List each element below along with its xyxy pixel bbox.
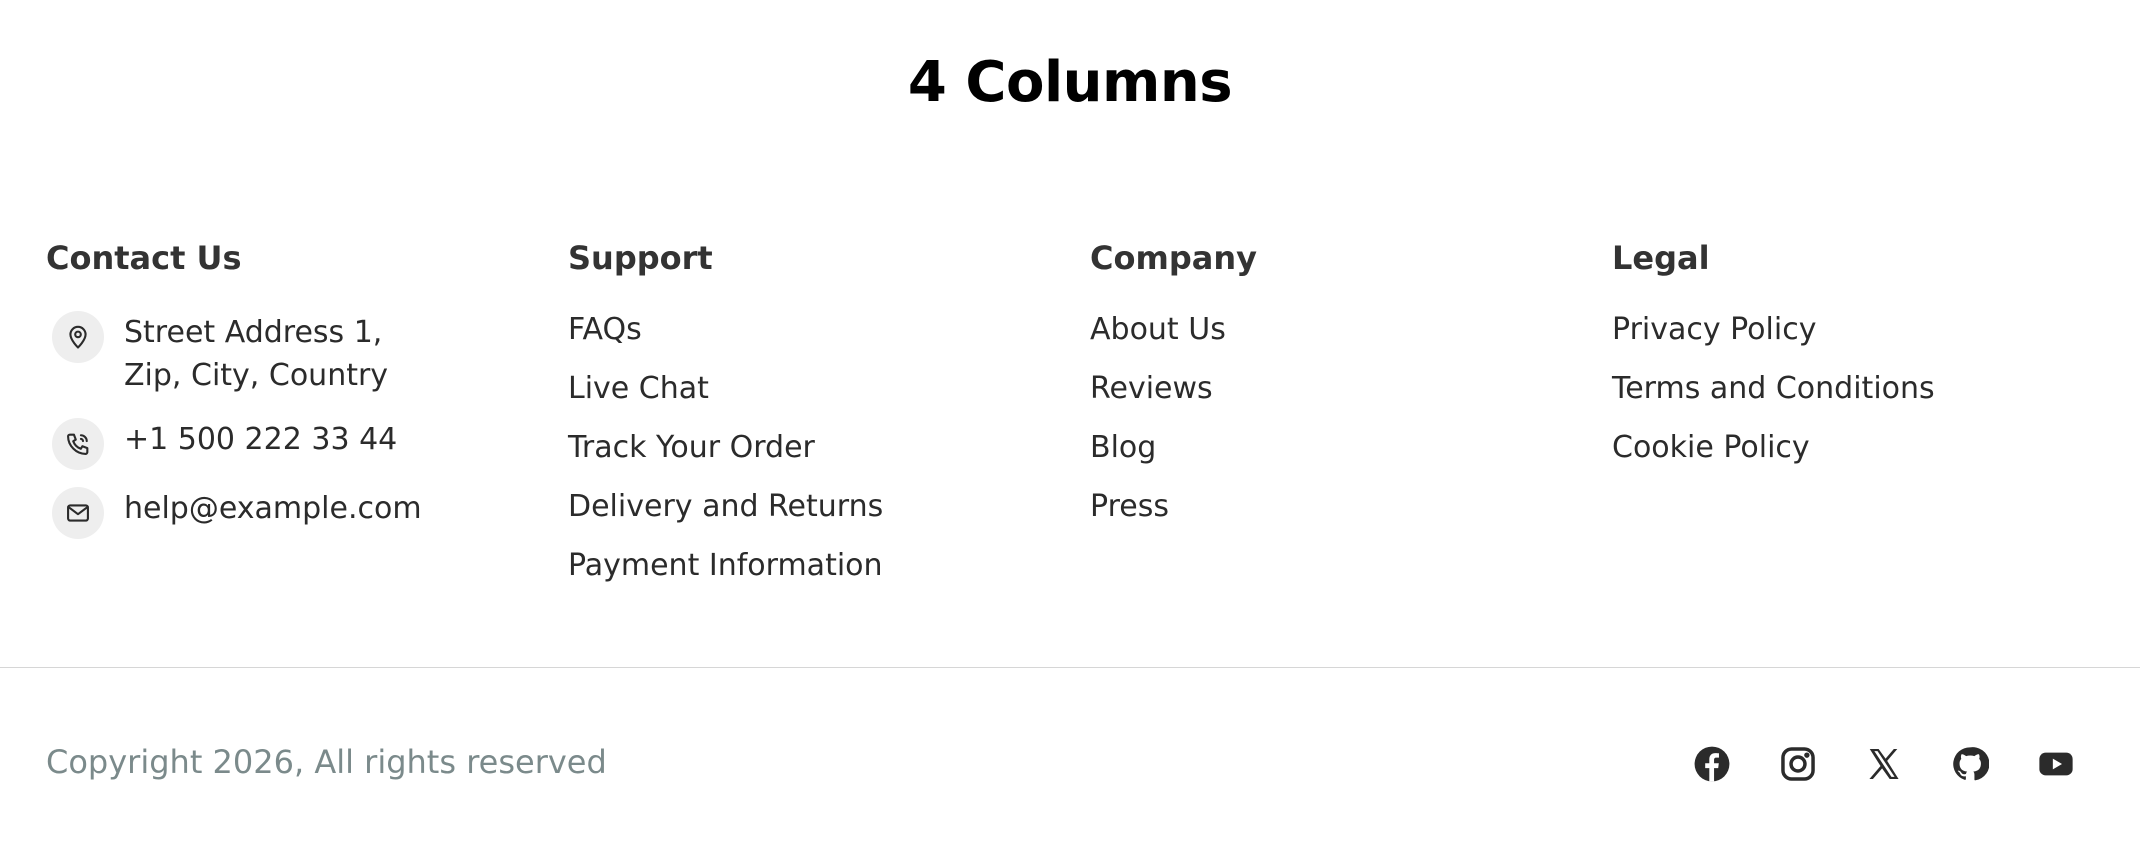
facebook-icon[interactable] — [1692, 744, 1732, 784]
github-icon[interactable] — [1950, 744, 1990, 784]
contact-heading: Contact Us — [46, 239, 242, 277]
support-link-delivery-returns[interactable]: Delivery and Returns — [568, 487, 1068, 527]
support-links: FAQs Live Chat Track Your Order Delivery… — [568, 310, 1068, 586]
address-text: Street Address 1, Zip, City, Country — [124, 311, 388, 397]
page-title: 4 Columns — [907, 50, 1233, 115]
mail-icon — [52, 487, 104, 539]
x-icon[interactable] — [1864, 744, 1904, 784]
contact-address: Street Address 1, Zip, City, Country — [46, 311, 388, 397]
copyright-text: Copyright 2026, All rights reserved — [46, 743, 607, 781]
legal-column: Legal Privacy Policy Terms and Condition… — [1612, 238, 2112, 487]
support-link-track-order[interactable]: Track Your Order — [568, 428, 1068, 468]
address-line-2: Zip, City, Country — [124, 358, 389, 393]
company-heading: Company — [1090, 239, 1257, 277]
legal-link-cookie-policy[interactable]: Cookie Policy — [1612, 428, 2112, 468]
company-link-blog[interactable]: Blog — [1090, 428, 1590, 468]
company-links: About Us Reviews Blog Press — [1090, 310, 1590, 527]
company-link-reviews[interactable]: Reviews — [1090, 369, 1590, 409]
social-links — [1692, 744, 2076, 784]
contact-phone[interactable]: +1 500 222 33 44 — [46, 418, 397, 470]
company-column: Company About Us Reviews Blog Press — [1090, 238, 1590, 546]
contact-column: Contact Us Street Address 1, Zip, City, … — [46, 238, 546, 539]
legal-links: Privacy Policy Terms and Conditions Cook… — [1612, 310, 2112, 468]
legal-heading: Legal — [1612, 239, 1710, 277]
address-line-1: Street Address 1, — [124, 315, 383, 350]
email-text[interactable]: help@example.com — [124, 487, 422, 530]
phone-text[interactable]: +1 500 222 33 44 — [124, 418, 397, 461]
map-pin-icon — [52, 311, 104, 363]
company-link-about-us[interactable]: About Us — [1090, 310, 1590, 350]
support-heading: Support — [568, 239, 713, 277]
footer-columns: Contact Us Street Address 1, Zip, City, … — [46, 238, 2126, 628]
support-link-payment-information[interactable]: Payment Information — [568, 546, 1068, 586]
phone-icon — [52, 418, 104, 470]
instagram-icon[interactable] — [1778, 744, 1818, 784]
youtube-icon[interactable] — [2036, 744, 2076, 784]
legal-link-privacy-policy[interactable]: Privacy Policy — [1612, 310, 2112, 350]
footer-divider — [0, 667, 2140, 668]
support-column: Support FAQs Live Chat Track Your Order … — [568, 238, 1068, 605]
support-link-live-chat[interactable]: Live Chat — [568, 369, 1068, 409]
support-link-faqs[interactable]: FAQs — [568, 310, 1068, 350]
company-link-press[interactable]: Press — [1090, 487, 1590, 527]
contact-email[interactable]: help@example.com — [46, 487, 422, 539]
legal-link-terms-conditions[interactable]: Terms and Conditions — [1612, 369, 2112, 409]
